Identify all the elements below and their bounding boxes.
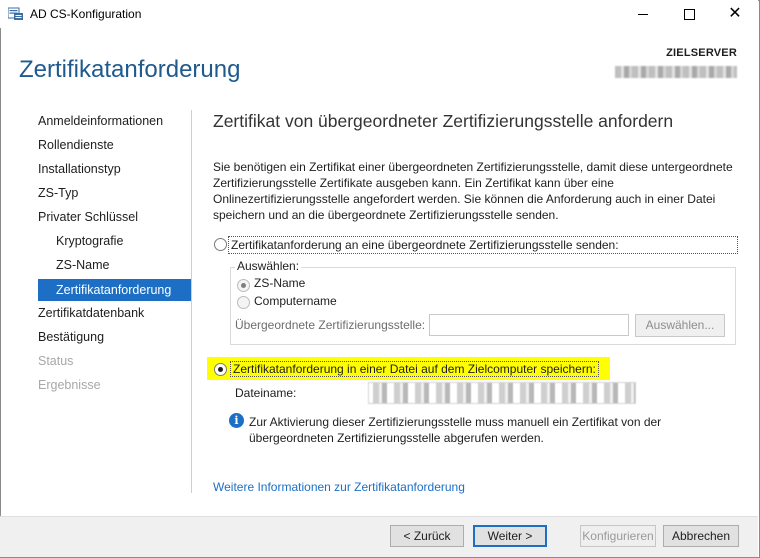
filename-label: Dateiname:: [235, 386, 297, 400]
info-icon: i: [229, 413, 244, 428]
select-by-computer-name-radio[interactable]: [237, 296, 250, 309]
select-parent-ca-button[interactable]: Auswählen...: [635, 314, 725, 337]
maximize-icon: [683, 8, 695, 20]
close-icon: ✕: [728, 5, 742, 22]
nav-item-credentials[interactable]: Anmeldeinformationen: [38, 111, 198, 135]
info-message: Zur Aktivierung dieser Zertifizierungsst…: [249, 415, 662, 445]
close-button[interactable]: ✕: [712, 0, 758, 28]
nav-item-ca-name[interactable]: ZS-Name: [38, 255, 198, 279]
nav-item-role-services[interactable]: Rollendienste: [38, 135, 198, 159]
section-description: Sie benötigen ein Zertifikat einer überg…: [213, 160, 733, 222]
nav-item-private-key[interactable]: Privater Schlüssel: [38, 207, 198, 231]
select-by-computer-name-label: Computername: [254, 294, 337, 308]
window-title: AD CS-Konfiguration: [30, 7, 142, 21]
next-button[interactable]: Weiter >: [473, 525, 547, 547]
parent-ca-input[interactable]: [429, 314, 629, 336]
title-bar: AD CS-Konfiguration ✕: [0, 0, 758, 28]
save-to-file-radio[interactable]: [214, 363, 227, 376]
select-by-ca-name-radio[interactable]: [237, 279, 250, 292]
configure-button[interactable]: Konfigurieren: [580, 525, 656, 547]
server-manager-app-icon: [8, 7, 23, 20]
filename-input-redacted[interactable]: [368, 382, 636, 404]
save-to-file-label[interactable]: Zertifikatanforderung in einer Datei auf…: [230, 361, 599, 377]
minimize-button[interactable]: [620, 0, 666, 28]
section-title: Zertifikat von übergeordneter Zertifizie…: [213, 111, 674, 131]
nav-item-cryptography[interactable]: Kryptografie: [38, 231, 198, 255]
target-server-label: ZIELSERVER: [666, 47, 737, 59]
select-by-ca-name-label: ZS-Name: [254, 276, 306, 290]
select-group-legend: Auswählen:: [235, 259, 302, 273]
nav-item-confirmation[interactable]: Bestätigung: [38, 327, 198, 351]
maximize-button[interactable]: [666, 0, 712, 28]
nav-item-ca-type[interactable]: ZS-Typ: [38, 183, 198, 207]
nav-item-progress: Status: [38, 354, 74, 368]
page-title: Zertifikatanforderung: [19, 56, 241, 83]
nav-item-certificate-database[interactable]: Zertifikatdatenbank: [38, 303, 198, 327]
parent-ca-label: Übergeordnete Zertifizierungsstelle:: [235, 318, 426, 332]
back-button[interactable]: < Zurück: [390, 525, 464, 547]
send-to-parent-ca-radio[interactable]: [214, 238, 227, 251]
nav-item-results: Ergebnisse: [38, 378, 101, 392]
nav-divider: [191, 110, 192, 493]
nav-item-certificate-request[interactable]: Zertifikatanforderung: [38, 279, 191, 301]
wizard-navigation: Anmeldeinformationen Rollendienste Insta…: [38, 111, 198, 399]
nav-item-setup-type[interactable]: Installationstyp: [38, 159, 198, 183]
send-to-parent-ca-label[interactable]: Zertifikatanforderung an eine übergeordn…: [228, 236, 738, 254]
cancel-button[interactable]: Abbrechen: [663, 525, 739, 547]
more-info-link[interactable]: Weitere Informationen zur Zertifikatanfo…: [213, 480, 465, 494]
target-server-name-redacted: [615, 66, 737, 78]
minimize-icon: [638, 13, 648, 15]
